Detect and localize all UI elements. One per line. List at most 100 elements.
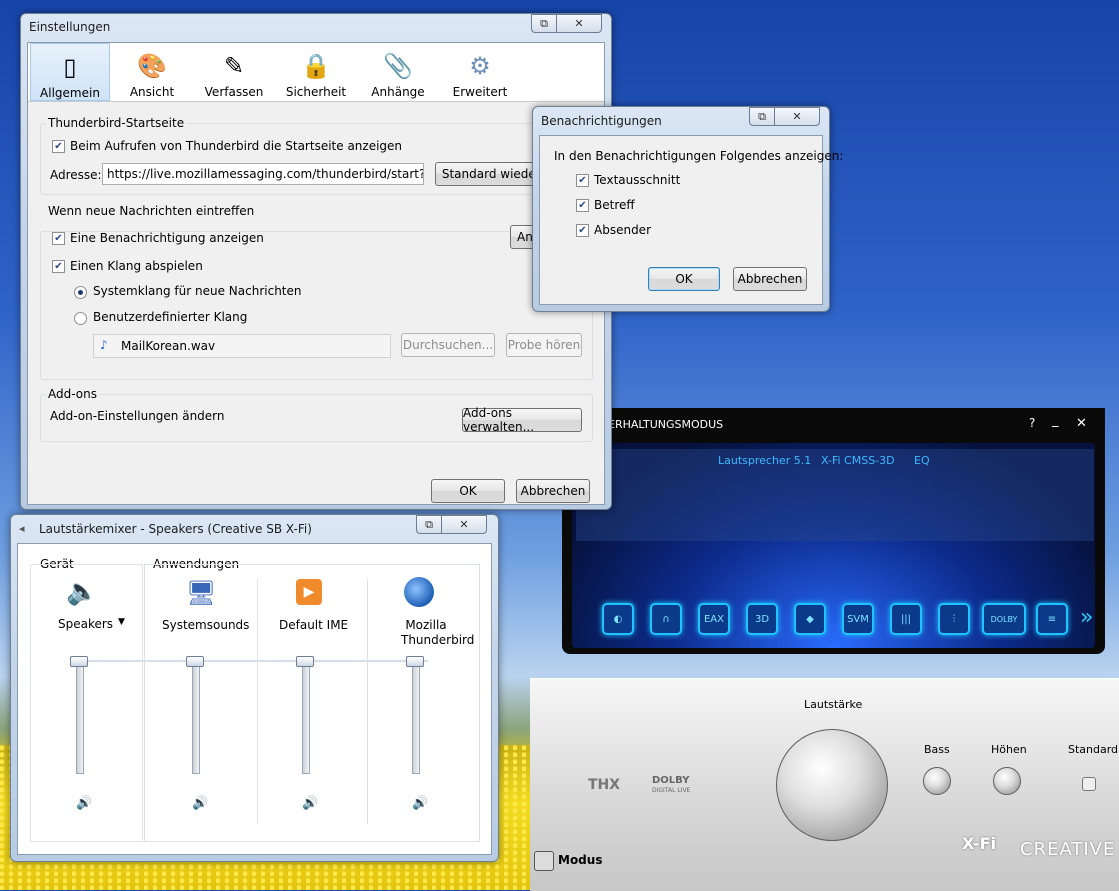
snippet-label: Textausschnitt: [594, 173, 681, 187]
default-ime-label: Default IME: [279, 618, 349, 632]
systemsounds-mute-icon[interactable]: 🔊: [192, 796, 208, 811]
sender-checkbox[interactable]: ✔: [576, 224, 589, 237]
notify-checkbox[interactable]: ✔: [52, 232, 65, 245]
tab-verfassen[interactable]: ✎ Verfassen: [194, 43, 274, 101]
tab-cmss[interactable]: X-Fi CMSS-3D: [821, 454, 895, 467]
3d-icon[interactable]: 3D: [746, 603, 778, 635]
dolby-icon[interactable]: DOLBY: [982, 603, 1026, 635]
preferences-toolbar: ▯ Allgemein 🎨 Ansicht ✎ Verfassen 🔒 Sich…: [28, 43, 604, 102]
display-icon: 🎨: [137, 52, 167, 80]
mixer-title: Lautstärkemixer - Speakers (Creative SB …: [39, 522, 312, 536]
tab-allgemein[interactable]: ▯ Allgemein: [30, 43, 110, 101]
next-arrow-icon[interactable]: »: [1080, 605, 1093, 630]
address-input[interactable]: https://live.mozillamessaging.com/thunde…: [102, 163, 424, 185]
notify-checkbox-label: Eine Benachrichtigung anzeigen: [70, 231, 264, 245]
treble-knob[interactable]: [993, 767, 1021, 795]
subject-checkbox[interactable]: ✔: [576, 199, 589, 212]
sound-checkbox[interactable]: ✔: [52, 260, 65, 273]
sound-checkbox-label: Einen Klang abspielen: [70, 259, 203, 273]
systemsounds-slider-track[interactable]: [192, 660, 200, 774]
crystalizer-icon[interactable]: ◆: [794, 603, 826, 635]
level-line: [78, 660, 428, 662]
ime-slider-thumb[interactable]: [296, 656, 314, 667]
mixer-close-button[interactable]: ✕: [441, 515, 487, 534]
thunderbird-slider-track[interactable]: [412, 660, 420, 774]
test-sound-button[interactable]: Probe hören: [506, 333, 582, 357]
lock-icon: 🔒: [301, 52, 331, 80]
manage-addons-button[interactable]: Add-ons verwalten...: [462, 406, 582, 434]
mode-icon[interactable]: ◐: [602, 603, 634, 635]
tab-sicherheit[interactable]: 🔒 Sicherheit: [276, 43, 356, 101]
standard-button[interactable]: [1082, 777, 1096, 791]
speakers-slider-track[interactable]: [76, 660, 84, 774]
tab-ansicht[interactable]: 🎨 Ansicht: [112, 43, 192, 101]
mode-button[interactable]: Modus: [558, 853, 602, 867]
speakers-label[interactable]: Speakers: [58, 617, 113, 631]
mode-button-icon[interactable]: [534, 851, 554, 871]
tab-anhaenge-label: Anhänge: [371, 85, 425, 99]
notifications-ok-button[interactable]: OK: [648, 267, 720, 291]
tab-eq[interactable]: EQ: [914, 454, 930, 467]
eax-icon[interactable]: EAX: [698, 603, 730, 635]
browse-button[interactable]: Durchsuchen...: [401, 333, 495, 357]
audio-file-icon: ♪: [100, 338, 108, 352]
notifications-close-button[interactable]: ✕: [774, 107, 820, 126]
notifications-title: Benachrichtigungen: [541, 114, 662, 128]
equalizer-icon[interactable]: |||: [890, 603, 922, 635]
systemsounds-slider-thumb[interactable]: [186, 656, 204, 667]
thunderbird-slider-thumb[interactable]: [406, 656, 424, 667]
newmail-group-title: Wenn neue Nachrichten eintreffen: [46, 204, 257, 218]
speakers-slider-thumb[interactable]: [70, 656, 88, 667]
help-button[interactable]: ?: [1029, 416, 1035, 430]
thx-logo: THX: [588, 777, 621, 793]
tab-speakers[interactable]: Lautsprecher 5.1: [718, 454, 811, 467]
tab-anhaenge[interactable]: 📎 Anhänge: [358, 43, 438, 101]
bass-label: Bass: [924, 743, 950, 756]
speakers-mute-icon[interactable]: 🔊: [76, 796, 92, 811]
minimize-button[interactable]: _: [1052, 413, 1059, 428]
mixer-restore-button[interactable]: ⧉: [416, 515, 441, 534]
ime-slider-track[interactable]: [302, 660, 310, 774]
close-button[interactable]: ✕: [1076, 416, 1087, 431]
sound-file-field[interactable]: ♪ MailKorean.wav: [93, 334, 391, 358]
notifications-heading: In den Benachrichtigungen Folgendes anze…: [554, 149, 844, 163]
snippet-checkbox[interactable]: ✔: [576, 174, 589, 187]
restore-window-button[interactable]: ⧉: [531, 14, 556, 33]
system-sound-radio[interactable]: [74, 286, 87, 299]
bass-knob[interactable]: [923, 767, 951, 795]
prefs-ok-button[interactable]: OK: [431, 479, 505, 503]
system-sounds-icon: 🖥: [186, 579, 217, 607]
addons-label: Add-on-Einstellungen ändern: [50, 409, 225, 423]
speaker-device-icon: 🔈: [66, 577, 99, 607]
custom-sound-label: Benutzerdefinierter Klang: [93, 310, 248, 324]
system-sound-label: Systemklang für neue Nachrichten: [93, 284, 302, 298]
notifications-restore-button[interactable]: ⧉: [749, 107, 774, 126]
systemsounds-label: Systemsounds: [162, 618, 250, 632]
volume-label: Lautstärke: [804, 698, 863, 711]
dolby-logo: DOLBY: [652, 775, 690, 786]
general-icon: ▯: [63, 53, 77, 81]
settings-icon[interactable]: ≡: [1036, 603, 1068, 635]
tab-row: Lautsprecher 5.1 X-Fi CMSS-3D EQ: [576, 449, 1094, 541]
device-dropdown-icon[interactable]: ▼: [118, 617, 125, 627]
treble-label: Höhen: [991, 743, 1027, 756]
sound-file-name: MailKorean.wav: [121, 339, 216, 353]
volume-knob[interactable]: [776, 729, 888, 841]
tab-ansicht-label: Ansicht: [129, 85, 175, 99]
paperclip-icon: 📎: [383, 52, 413, 80]
xfi-logo: X-Fi: [962, 834, 997, 853]
notifications-cancel-button[interactable]: Abbrechen: [733, 267, 807, 291]
creative-hardware-panel: Lautstärke Bass Höhen Standard THX DOLBY…: [530, 678, 1119, 891]
close-window-button[interactable]: ✕: [556, 14, 602, 33]
startpage-checkbox[interactable]: ✔: [52, 140, 65, 153]
mixer-icon[interactable]: ⫶: [938, 603, 970, 635]
thunderbird-mute-icon[interactable]: 🔊: [412, 796, 428, 811]
mixer-speaker-icon: ◂: [19, 522, 25, 535]
svm-icon[interactable]: SVM: [842, 603, 874, 635]
headphone-icon[interactable]: ∩: [650, 603, 682, 635]
prefs-cancel-button[interactable]: Abbrechen: [516, 479, 590, 503]
tab-sicherheit-label: Sicherheit: [285, 85, 347, 99]
ime-mute-icon[interactable]: 🔊: [302, 796, 318, 811]
custom-sound-radio[interactable]: [74, 312, 87, 325]
tab-erweitert[interactable]: ⚙ Erweitert: [440, 43, 520, 101]
